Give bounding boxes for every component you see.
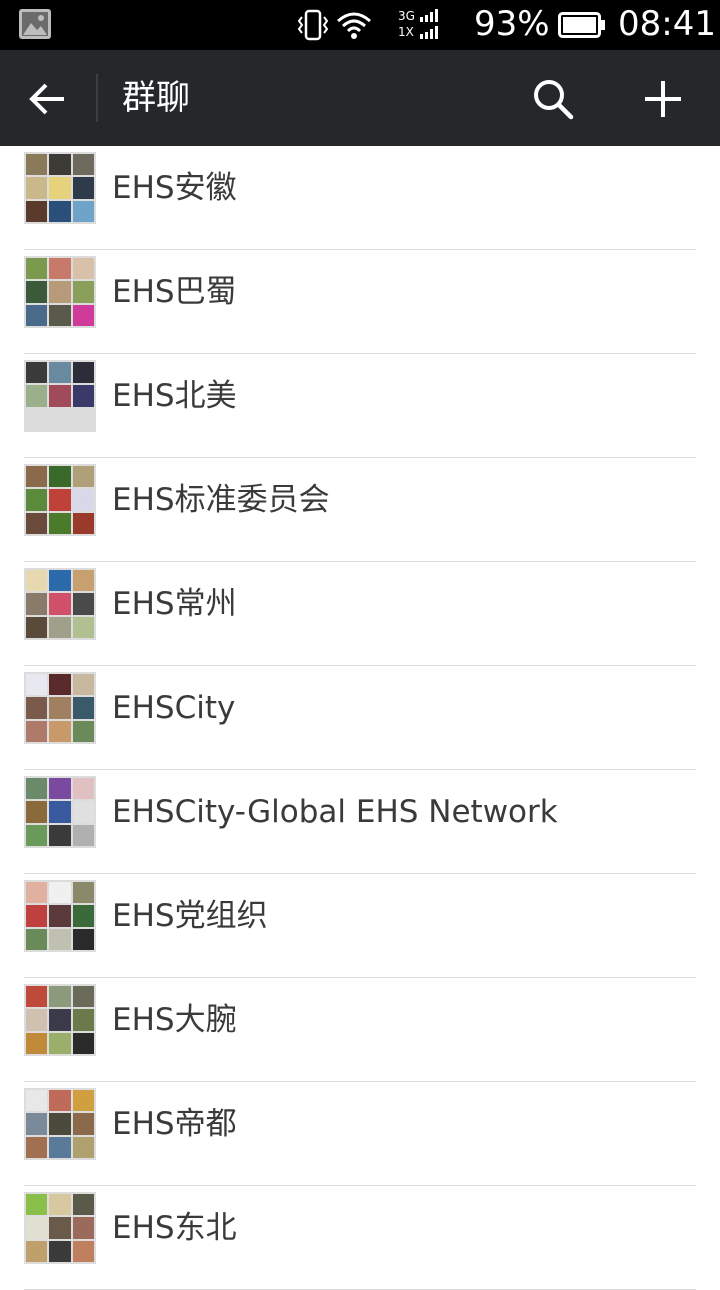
group-avatar	[24, 360, 96, 432]
group-name: EHS巴蜀	[112, 274, 237, 310]
clock: 08:41	[618, 4, 716, 44]
add-icon[interactable]	[636, 74, 690, 124]
group-chat-item[interactable]: EHSCity-Global EHS Network	[0, 770, 720, 874]
group-chat-item[interactable]: EHSCity	[0, 666, 720, 770]
group-chat-item[interactable]: EHS常州	[0, 562, 720, 666]
action-bar: 群聊	[0, 50, 720, 146]
group-chat-item[interactable]: EHS帝都	[0, 1082, 720, 1186]
group-chat-item[interactable]: EHS安徽	[0, 146, 720, 250]
group-name: EHS常州	[112, 586, 237, 622]
group-chat-item[interactable]: EHS巴蜀	[0, 250, 720, 354]
group-avatar	[24, 776, 96, 848]
group-avatar	[24, 880, 96, 952]
battery-percent: 93%	[474, 4, 550, 44]
group-chat-item[interactable]: EHS东北	[0, 1186, 720, 1290]
group-chat-item[interactable]: EHS党组织	[0, 874, 720, 978]
vibrate-icon	[297, 9, 329, 41]
group-name: EHS党组织	[112, 898, 268, 934]
group-chat-item[interactable]: EHS标准委员会	[0, 458, 720, 562]
group-name: EHS标准委员会	[112, 482, 330, 518]
back-arrow-icon[interactable]	[20, 74, 76, 124]
group-avatar	[24, 1088, 96, 1160]
group-chat-list: EHS安徽 EHS巴蜀 EHS北美 EHS标准委员会 EHS常州 EHSCity EHSCi…	[0, 146, 720, 1290]
group-avatar	[24, 1192, 96, 1264]
group-name: EHS东北	[112, 1210, 237, 1246]
group-name: EHS北美	[112, 378, 237, 414]
group-name: EHS帝都	[112, 1106, 237, 1142]
page-title: 群聊	[122, 78, 190, 118]
group-name: EHS大腕	[112, 1002, 237, 1038]
battery-icon	[558, 12, 605, 38]
cellular-signal-icon: 3G 1X	[398, 8, 442, 42]
image-notification-icon	[19, 9, 51, 39]
group-avatar	[24, 256, 96, 328]
group-avatar	[24, 568, 96, 640]
network-type-top: 3G	[398, 9, 415, 23]
network-type-bottom: 1X	[398, 25, 414, 39]
group-name: EHS安徽	[112, 170, 237, 206]
group-name: EHSCity-Global EHS Network	[112, 794, 558, 830]
search-icon[interactable]	[528, 74, 578, 124]
status-bar: 3G 1X 93% 08:41	[0, 0, 720, 50]
wifi-icon	[337, 12, 371, 39]
group-chat-item[interactable]: EHS北美	[0, 354, 720, 458]
group-avatar	[24, 984, 96, 1056]
group-avatar	[24, 464, 96, 536]
action-bar-divider	[96, 74, 98, 122]
group-avatar	[24, 152, 96, 224]
group-avatar	[24, 672, 96, 744]
group-chat-item[interactable]: EHS大腕	[0, 978, 720, 1082]
group-name: EHSCity	[112, 690, 236, 726]
